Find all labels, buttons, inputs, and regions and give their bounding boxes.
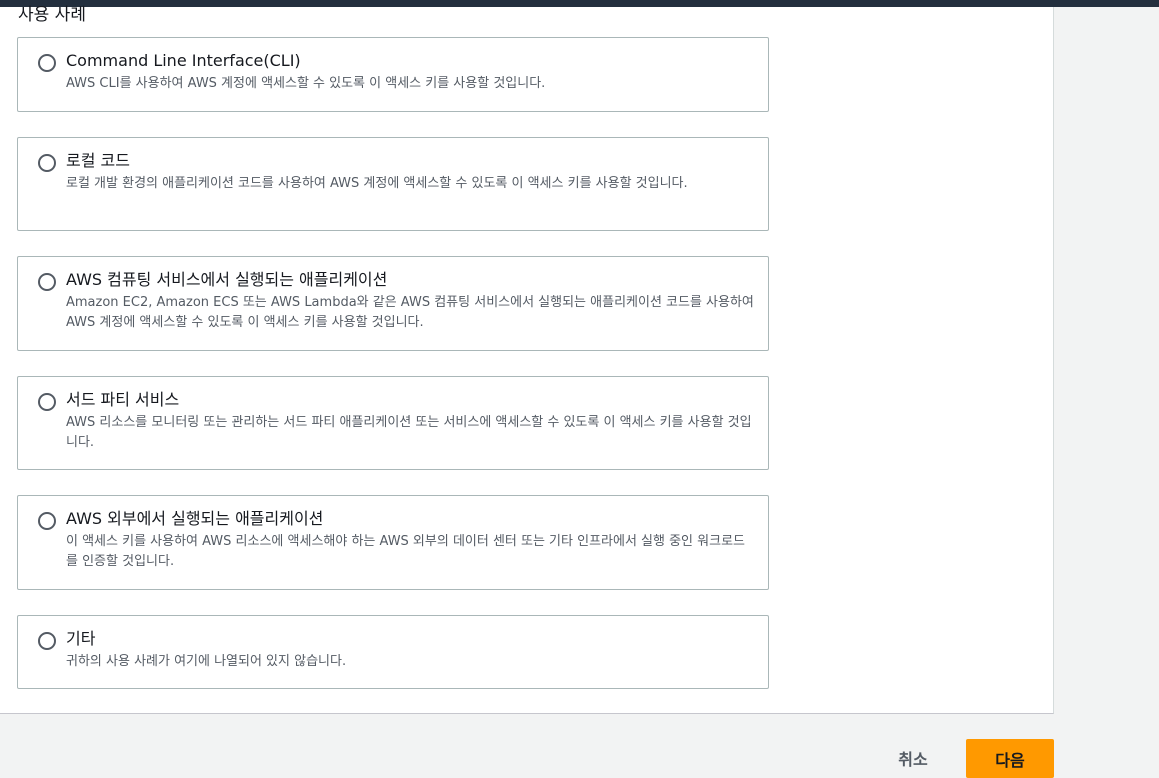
option-title: Command Line Interface(CLI) [66, 51, 301, 70]
radio-button-icon[interactable] [38, 632, 56, 650]
radio-button-icon[interactable] [38, 393, 56, 411]
option-title: AWS 외부에서 실행되는 애플리케이션 [66, 509, 324, 528]
option-title: AWS 컴퓨팅 서비스에서 실행되는 애플리케이션 [66, 270, 388, 289]
option-title: 기타 [66, 629, 96, 648]
option-description: 이 액세스 키를 사용하여 AWS 리소스에 액세스해야 하는 AWS 외부의 … [66, 534, 745, 569]
option-description: Amazon EC2, Amazon ECS 또는 AWS Lambda와 같은… [66, 295, 754, 330]
option-title: 서드 파티 서비스 [66, 390, 180, 409]
radio-button-icon[interactable] [38, 512, 56, 530]
option-outside-aws[interactable]: AWS 외부에서 실행되는 애플리케이션 이 액세스 키를 사용하여 AWS 리… [17, 495, 769, 590]
option-local-code[interactable]: 로컬 코드 로컬 개발 환경의 애플리케이션 코드를 사용하여 AWS 계정에 … [17, 137, 769, 231]
section-title: 사용 사례 [18, 5, 86, 25]
radio-button-icon[interactable] [38, 54, 56, 72]
option-description: 귀하의 사용 사례가 여기에 나열되어 있지 않습니다. [66, 654, 347, 669]
radio-button-icon[interactable] [38, 273, 56, 291]
top-navigation-bar [0, 0, 1159, 7]
option-description: 로컬 개발 환경의 애플리케이션 코드를 사용하여 AWS 계정에 액세스할 수… [66, 176, 688, 191]
cancel-button[interactable]: 취소 [880, 740, 946, 776]
option-cli[interactable]: Command Line Interface(CLI) AWS CLI를 사용하… [17, 37, 769, 112]
option-description: AWS 리소스를 모니터링 또는 관리하는 서드 파티 애플리케이션 또는 서비… [66, 415, 752, 450]
option-aws-compute[interactable]: AWS 컴퓨팅 서비스에서 실행되는 애플리케이션 Amazon EC2, Am… [17, 256, 769, 351]
use-case-panel: 사용 사례 Command Line Interface(CLI) AWS CL… [0, 5, 1054, 714]
radio-button-icon[interactable] [38, 154, 56, 172]
option-other[interactable]: 기타 귀하의 사용 사례가 여기에 나열되어 있지 않습니다. [17, 615, 769, 689]
option-title: 로컬 코드 [66, 151, 130, 170]
option-third-party[interactable]: 서드 파티 서비스 AWS 리소스를 모니터링 또는 관리하는 서드 파티 애플… [17, 376, 769, 470]
next-button[interactable]: 다음 [966, 739, 1054, 778]
option-description: AWS CLI를 사용하여 AWS 계정에 액세스할 수 있도록 이 액세스 키… [66, 76, 546, 91]
